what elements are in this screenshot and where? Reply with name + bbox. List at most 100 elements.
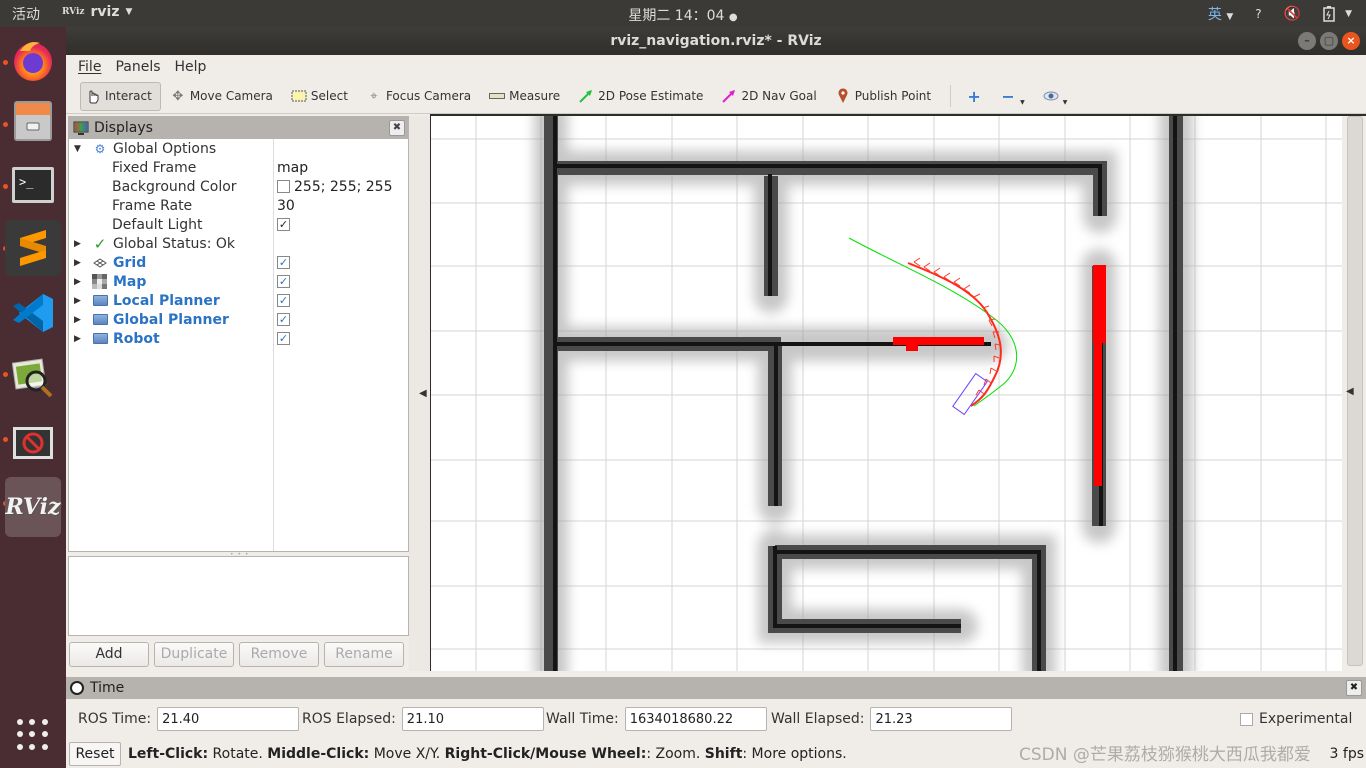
close-panel-icon[interactable]: ✖ xyxy=(389,120,405,136)
dock-files[interactable] xyxy=(5,93,61,149)
dock-firefox[interactable] xyxy=(5,32,61,88)
reset-button[interactable]: Reset xyxy=(69,741,121,766)
app-menu[interactable]: RViz rviz ▼ xyxy=(62,4,132,20)
add-tool-button[interactable]: + xyxy=(961,82,991,111)
menu-panels[interactable]: Panels xyxy=(115,59,160,75)
rename-button[interactable]: Rename xyxy=(324,642,404,667)
collapse-right-icon[interactable]: ◀ xyxy=(1346,386,1354,397)
map-enabled-checkbox[interactable]: ✓ xyxy=(277,275,290,288)
global-planner-enabled-checkbox[interactable]: ✓ xyxy=(277,313,290,326)
tree-map[interactable]: ▶ Map ✓ xyxy=(69,272,408,291)
vscode-icon xyxy=(13,294,53,332)
battery-icon[interactable]: ▼ xyxy=(1323,6,1352,22)
tree-global-planner[interactable]: ▶ Global Planner ✓ xyxy=(69,310,408,329)
dock-sublime-text[interactable] xyxy=(5,220,61,276)
tool-2d-nav-goal[interactable]: 2D Nav Goal xyxy=(716,82,825,111)
frame-rate-value[interactable]: 30 xyxy=(277,198,295,214)
tool-focus-camera[interactable]: ⌖ Focus Camera xyxy=(361,82,480,111)
map-canvas xyxy=(431,116,1342,671)
costmap-inflation xyxy=(534,116,1193,671)
tree-fixed-frame[interactable]: Fixed Frame map xyxy=(69,158,408,177)
local-planner-enabled-checkbox[interactable]: ✓ xyxy=(277,294,290,307)
left-panel-collapse-handle[interactable]: ◀ xyxy=(409,116,430,671)
window-title: rviz_navigation.rviz* - RViz xyxy=(610,33,822,49)
add-button[interactable]: Add xyxy=(69,642,149,667)
time-panel-header: Time ✖ xyxy=(66,677,1366,699)
background-color-value: 255; 255; 255 xyxy=(294,178,393,195)
menu-help[interactable]: Help xyxy=(175,59,207,75)
close-button[interactable]: × xyxy=(1342,32,1360,50)
hand-pointer-icon xyxy=(85,88,101,104)
help-icon[interactable]: ? xyxy=(1255,7,1261,21)
tool-interact[interactable]: Interact xyxy=(80,81,161,111)
activities-button[interactable]: 活动 xyxy=(12,4,40,24)
ros-time-label: ROS Time: xyxy=(78,711,152,727)
input-method-indicator[interactable]: 英 ▼ xyxy=(1208,4,1233,24)
expand-arrow-icon[interactable]: ▼ xyxy=(74,144,81,154)
tree-grid[interactable]: ▶ Grid ✓ xyxy=(69,253,408,272)
expand-arrow-icon[interactable]: ▶ xyxy=(74,239,81,249)
experimental-checkbox[interactable] xyxy=(1240,712,1253,726)
dock-image-viewer[interactable] xyxy=(5,350,61,406)
collapse-left-icon[interactable]: ◀ xyxy=(419,388,427,399)
robot-enabled-checkbox[interactable]: ✓ xyxy=(277,332,290,345)
clock-icon xyxy=(70,681,84,695)
obstacle-cells-vertical-top xyxy=(1093,265,1106,343)
tree-default-light[interactable]: Default Light ✓ xyxy=(69,215,408,234)
ruler-icon xyxy=(489,88,506,104)
fixed-frame-value[interactable]: map xyxy=(277,160,308,176)
ros-time-field[interactable] xyxy=(157,707,300,731)
dock-rviz[interactable]: RViz xyxy=(5,477,61,537)
ubuntu-dock: >_ RViz xyxy=(0,27,66,768)
tool-publish-point[interactable]: Publish Point xyxy=(830,82,940,111)
show-applications-button[interactable] xyxy=(17,719,49,751)
maximize-button[interactable]: ▢ xyxy=(1320,32,1338,50)
tool-2d-pose-estimate[interactable]: 2D Pose Estimate xyxy=(573,82,712,111)
svg-text:>_: >_ xyxy=(19,175,34,189)
time-panel: ROS Time: ROS Elapsed: Wall Time: Wall E… xyxy=(66,699,1366,739)
tool-measure[interactable]: Measure xyxy=(484,82,569,111)
window-title-bar: rviz_navigation.rviz* - RViz – ▢ × xyxy=(66,27,1366,55)
color-swatch[interactable] xyxy=(277,180,290,193)
expand-arrow-icon[interactable]: ▶ xyxy=(74,315,81,325)
dock-vscode[interactable] xyxy=(5,285,61,341)
tree-global-status[interactable]: ▶ ✓ Global Status: Ok xyxy=(69,234,408,253)
ros-elapsed-field[interactable] xyxy=(401,707,544,731)
remove-tool-button[interactable]: − ▼ xyxy=(995,82,1034,111)
wall-time-field[interactable] xyxy=(624,707,767,731)
view-options-button[interactable]: ▼ xyxy=(1038,82,1077,111)
expand-arrow-icon[interactable]: ▶ xyxy=(74,277,81,287)
tool-move-camera[interactable]: ✥ Move Camera xyxy=(165,82,282,111)
remove-button[interactable]: Remove xyxy=(239,642,319,667)
expand-arrow-icon[interactable]: ▶ xyxy=(74,296,81,306)
fps-readout: 3 fps xyxy=(1329,745,1364,762)
volume-muted-icon[interactable]: 🔇 xyxy=(1284,6,1301,22)
status-hint: Left-Click: Rotate. Middle-Click: Move X… xyxy=(128,745,847,762)
minimize-button[interactable]: – xyxy=(1298,32,1316,50)
duplicate-button[interactable]: Duplicate xyxy=(154,642,234,667)
expand-arrow-icon[interactable]: ▶ xyxy=(74,334,81,344)
dock-blocked-app[interactable] xyxy=(5,415,61,471)
tree-background-color[interactable]: Background Color 255; 255; 255 xyxy=(69,177,408,196)
right-panel-collapse-handle[interactable]: ◀ xyxy=(1342,116,1366,671)
rviz-app-icon: RViz xyxy=(62,7,85,17)
tree-frame-rate[interactable]: Frame Rate 30 xyxy=(69,196,408,215)
tree-local-planner[interactable]: ▶ Local Planner ✓ xyxy=(69,291,408,310)
expand-arrow-icon[interactable]: ▶ xyxy=(74,258,81,268)
default-light-checkbox[interactable]: ✓ xyxy=(277,218,290,231)
render-view[interactable] xyxy=(431,116,1342,671)
close-panel-icon[interactable]: ✖ xyxy=(1346,680,1362,696)
firefox-icon xyxy=(14,42,52,81)
wall-elapsed-field[interactable] xyxy=(870,707,1013,731)
clock[interactable]: 星期二 14：04 ● xyxy=(628,8,737,24)
grid-enabled-checkbox[interactable]: ✓ xyxy=(277,256,290,269)
app-menu-label: rviz xyxy=(90,4,120,20)
menu-file[interactable]: File xyxy=(78,59,101,75)
displays-buttons: Add Duplicate Remove Rename xyxy=(69,642,404,667)
obstacle-cell xyxy=(906,345,918,351)
tree-robot[interactable]: ▶ Robot ✓ xyxy=(69,329,408,348)
file-cabinet-icon xyxy=(14,101,52,141)
tree-global-options[interactable]: ▼ ⚙ Global Options xyxy=(69,139,408,158)
dock-terminal[interactable]: >_ xyxy=(5,157,61,213)
tool-select[interactable]: Select xyxy=(286,82,357,111)
